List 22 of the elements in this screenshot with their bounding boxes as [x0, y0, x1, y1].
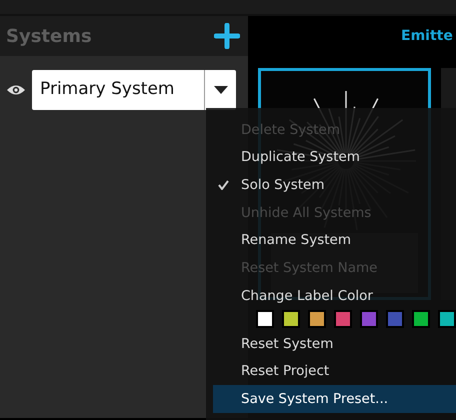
- color-swatch[interactable]: [386, 310, 404, 328]
- add-icon[interactable]: [214, 23, 240, 49]
- menu-item[interactable]: Change Label Color: [206, 282, 456, 310]
- color-swatch[interactable]: [334, 310, 352, 328]
- menu-item[interactable]: Rename System: [206, 226, 456, 254]
- caret-icon: [214, 86, 228, 94]
- color-swatch[interactable]: [360, 310, 378, 328]
- eye-icon[interactable]: [6, 84, 26, 96]
- menu-item[interactable]: Reset System: [206, 330, 456, 358]
- menu-item[interactable]: Duplicate System: [206, 144, 456, 172]
- menu-item[interactable]: Reset Project: [206, 358, 456, 386]
- panel-title: Systems: [6, 24, 92, 48]
- menu-item[interactable]: Save System Preset...: [213, 385, 456, 413]
- color-swatch[interactable]: [308, 310, 326, 328]
- color-swatch[interactable]: [438, 310, 456, 328]
- color-swatch[interactable]: [282, 310, 300, 328]
- color-swatch[interactable]: [256, 310, 274, 328]
- dropdown-button[interactable]: [204, 70, 236, 110]
- color-swatch[interactable]: [412, 310, 430, 328]
- menu-item[interactable]: Solo System: [206, 171, 456, 200]
- panel-tab[interactable]: Emitte: [401, 26, 453, 46]
- system-select[interactable]: Primary System: [32, 70, 204, 110]
